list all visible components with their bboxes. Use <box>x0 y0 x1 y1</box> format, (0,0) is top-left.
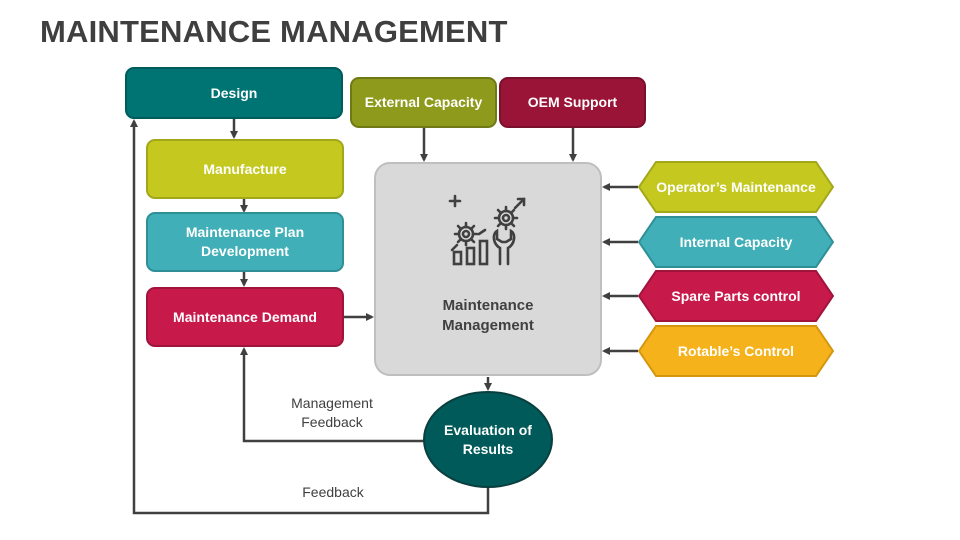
gears-chart-wrench-icon <box>448 194 526 266</box>
maintenance-plan-box[interactable]: Maintenance Plan Development <box>146 212 344 272</box>
operators-maintenance-label: Operator’s Maintenance <box>656 179 816 195</box>
spare-parts-control-hex[interactable]: Spare Parts control <box>638 270 834 322</box>
maintenance-management-box[interactable]: Maintenance Management <box>374 162 602 376</box>
evaluation-label-line1: Evaluation of <box>444 421 532 438</box>
internal-capacity-label: Internal Capacity <box>679 234 793 250</box>
maintenance-demand-label: Maintenance Demand <box>173 308 317 325</box>
manufacture-label: Manufacture <box>203 160 287 177</box>
operators-maintenance-hex[interactable]: Operator’s Maintenance <box>638 161 834 213</box>
rotables-control-hex[interactable]: Rotable’s Control <box>638 325 834 377</box>
center-label-line2: Management <box>442 317 534 334</box>
manufacture-box[interactable]: Manufacture <box>146 139 344 199</box>
oem-support-label: OEM Support <box>527 94 618 110</box>
evaluation-label-line2: Results <box>462 440 514 457</box>
external-capacity-label: External Capacity <box>364 94 483 110</box>
internal-capacity-hex[interactable]: Internal Capacity <box>638 216 834 268</box>
management-feedback-label: Management Feedback <box>272 394 392 432</box>
external-capacity-box[interactable]: External Capacity <box>350 77 497 128</box>
oem-support-box[interactable]: OEM Support <box>499 77 646 128</box>
spare-parts-control-label: Spare Parts control <box>671 288 801 304</box>
management-feedback-line1: Management <box>291 395 373 411</box>
rotables-control-label: Rotable’s Control <box>677 343 795 359</box>
maintenance-demand-box[interactable]: Maintenance Demand <box>146 287 344 347</box>
design-label: Design <box>210 84 258 101</box>
feedback-label: Feedback <box>302 484 364 500</box>
maintenance-management-label: Maintenance Management <box>376 296 600 336</box>
design-box[interactable]: Design <box>125 67 343 119</box>
center-label-line1: Maintenance <box>442 297 534 314</box>
management-feedback-line2: Feedback <box>301 414 363 430</box>
maintenance-plan-label: Maintenance Plan Development <box>185 224 305 259</box>
evaluation-of-results-node[interactable]: Evaluation of Results <box>423 391 553 488</box>
